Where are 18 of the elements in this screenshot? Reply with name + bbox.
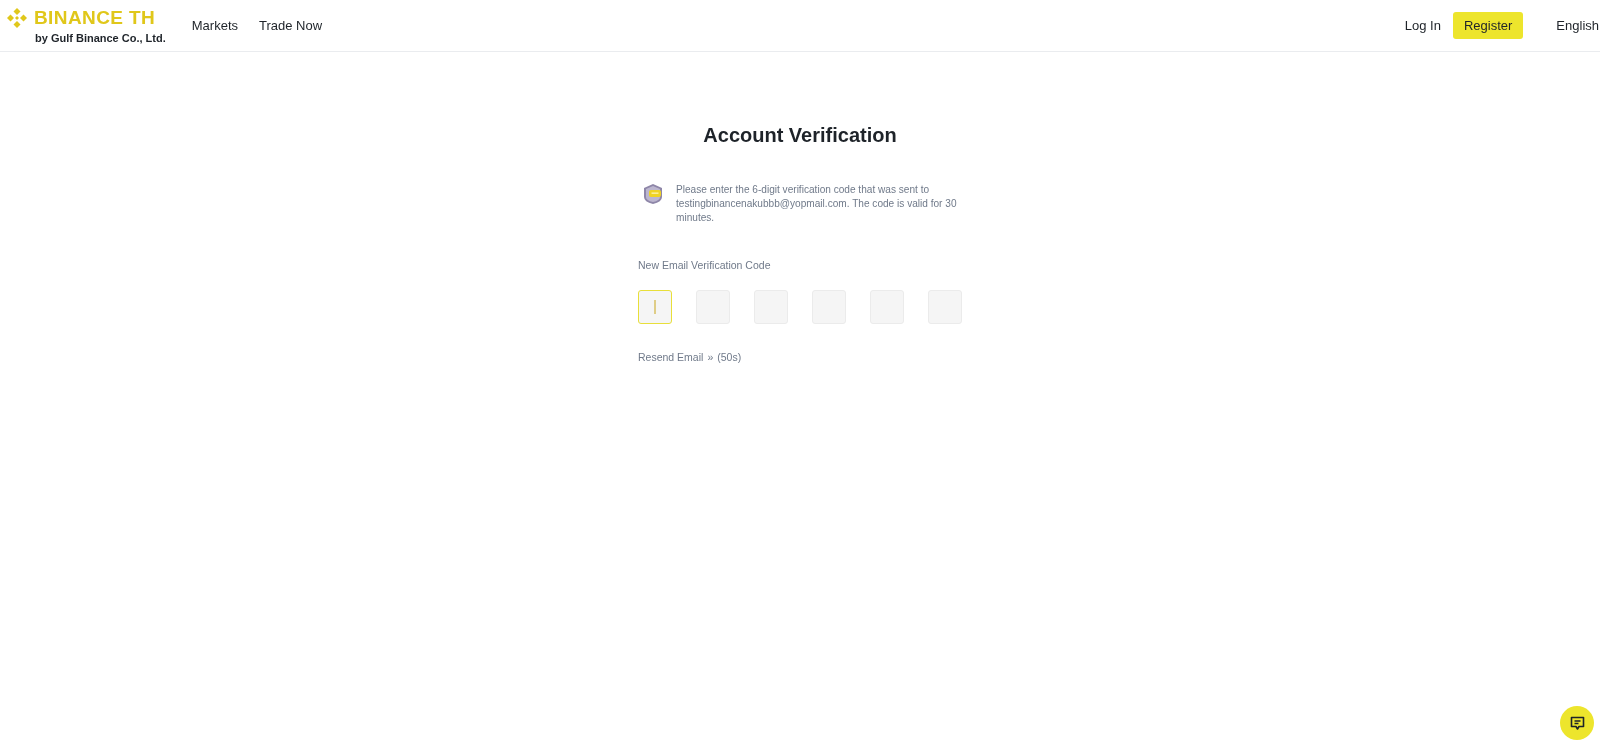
logo-link[interactable]: BINANCE TH by Gulf Binance Co., Ltd. — [5, 6, 166, 45]
text-cursor-icon — [654, 300, 656, 314]
nav-link[interactable]: Trade Now — [259, 17, 323, 34]
nav-link[interactable]: Markets — [191, 17, 238, 34]
verification-notice: Please enter the 6-digit verification code that was sent to testingbinancenakubbb@yopmail.com. The code is valid for 30 minutes. — [676, 183, 958, 225]
message-badge-icon — [642, 183, 664, 205]
login-link[interactable]: Log In — [1404, 17, 1441, 34]
code-input-field[interactable] — [638, 290, 672, 324]
resend-email-link[interactable]: Resend Email — [638, 350, 704, 364]
register-button[interactable]: Register — [1452, 12, 1524, 39]
code-field-label: New Email Verification Code — [638, 258, 772, 272]
language-link[interactable]: English — [1556, 17, 1599, 34]
chat-icon — [1569, 715, 1585, 731]
double-chevron-glyph: » — [707, 350, 714, 364]
page-title: Account Verification — [703, 123, 897, 147]
chat-button[interactable] — [1560, 706, 1594, 740]
logo-icon — [5, 6, 29, 30]
resend-countdown: (50s) — [717, 350, 742, 364]
